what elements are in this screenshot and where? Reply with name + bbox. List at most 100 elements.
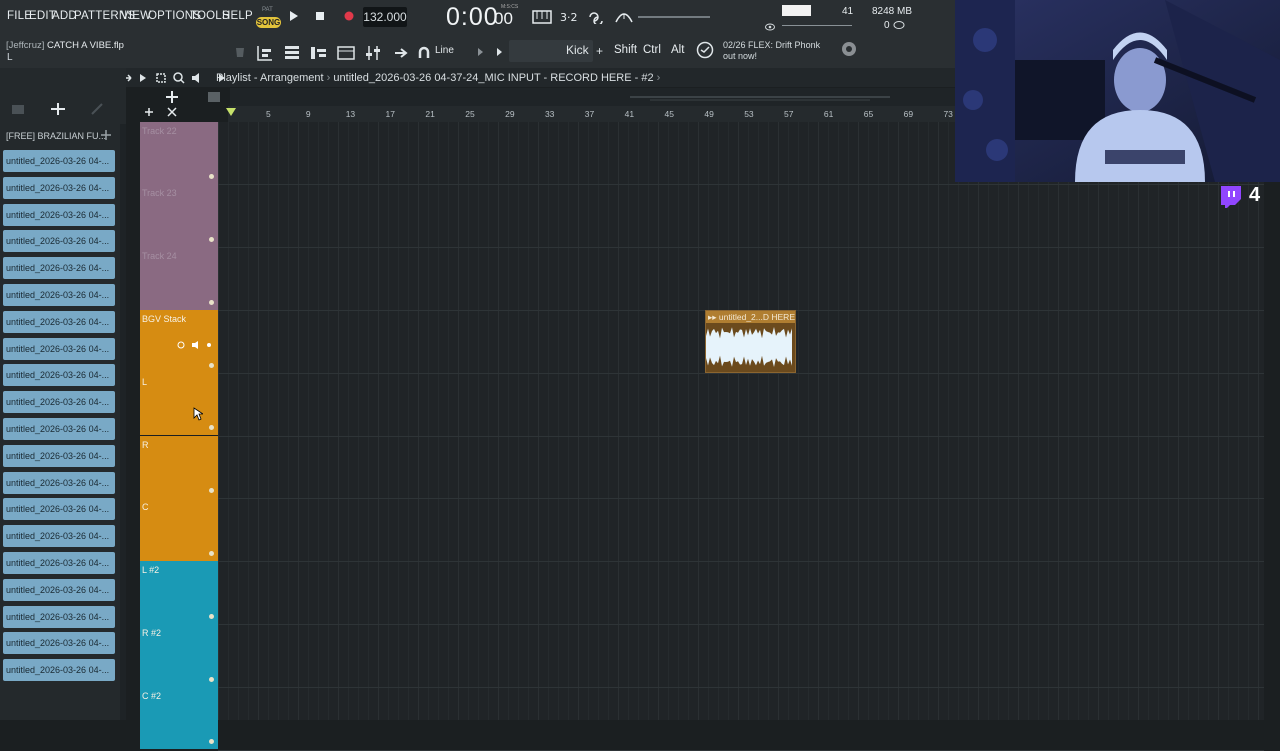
piano-roll-icon[interactable] xyxy=(310,44,328,65)
track-name[interactable]: BGV Stack xyxy=(142,314,186,324)
track-name[interactable]: L #2 xyxy=(142,565,159,575)
browser-file-item[interactable]: untitled_2026-03-26 04-... xyxy=(3,283,115,306)
add-pattern-icon[interactable]: + xyxy=(596,44,603,58)
track-name[interactable]: C #2 xyxy=(142,691,161,701)
news-icon[interactable] xyxy=(696,41,714,62)
song-position-marker[interactable] xyxy=(226,108,236,116)
browser-file-item[interactable]: untitled_2026-03-26 04-... xyxy=(3,632,115,655)
browser-file-item[interactable]: untitled_2026-03-26 04-... xyxy=(3,230,115,253)
browser-file-item[interactable]: untitled_2026-03-26 04-... xyxy=(3,578,115,601)
arrow-right-icon[interactable] xyxy=(393,44,409,65)
mixer-icon[interactable] xyxy=(365,44,381,65)
shift-key[interactable]: Shift xyxy=(614,44,637,56)
tempo-display[interactable]: 132.000 xyxy=(363,7,407,27)
track-name[interactable]: Track 24 xyxy=(142,251,177,261)
browser-file-item[interactable]: untitled_2026-03-26 04-... xyxy=(3,150,115,172)
browser-file-item[interactable]: untitled_2026-03-26 04-... xyxy=(3,498,115,521)
browser-file-item[interactable]: untitled_2026-03-26 04-... xyxy=(3,605,115,628)
menu-help[interactable]: HELP xyxy=(222,10,253,22)
browser-file-item[interactable]: untitled_2026-03-26 04-... xyxy=(3,659,115,682)
track-name[interactable]: Track 22 xyxy=(142,126,177,136)
play-pattern-icon[interactable] xyxy=(497,47,503,59)
browser-folder-header[interactable]: [FREE] BRAZILIAN FU... xyxy=(6,131,106,141)
browser-file-item[interactable]: untitled_2026-03-26 04-... xyxy=(3,525,115,548)
browser-file-item[interactable]: untitled_2026-03-26 04-... xyxy=(3,471,115,494)
browser-file-item[interactable]: untitled_2026-03-26 04-... xyxy=(3,551,115,574)
track-name[interactable]: C xyxy=(142,502,149,512)
audio-clip-title-text: untitled_2...D HERE - xyxy=(718,312,795,322)
browser-options-icon[interactable] xyxy=(99,128,113,145)
track-led-icon[interactable] xyxy=(209,739,214,745)
browser-file-item[interactable]: untitled_2026-03-26 04-... xyxy=(3,203,115,226)
record-button[interactable] xyxy=(341,10,357,26)
loop-record-icon[interactable] xyxy=(587,10,605,27)
track-led-icon[interactable] xyxy=(209,613,214,619)
metronome-curve-icon[interactable] xyxy=(615,10,633,27)
track-header[interactable]: R xyxy=(140,435,218,499)
browser-file-item[interactable]: untitled_2026-03-26 04-... xyxy=(3,444,115,467)
track-led-icon[interactable] xyxy=(209,488,214,494)
track-header[interactable]: C xyxy=(140,498,218,562)
track-header[interactable]: C #2 xyxy=(140,686,218,750)
audio-clip[interactable]: ▸▸ untitled_2...D HERE - xyxy=(705,310,796,373)
group-controls-icon[interactable] xyxy=(176,340,216,353)
step-edit-icon[interactable]: 3·2 xyxy=(560,10,578,27)
track-name[interactable]: R #2 xyxy=(142,628,161,638)
track-header[interactable]: R #2 xyxy=(140,623,218,687)
track-header[interactable]: Track 23 xyxy=(140,184,218,248)
playlist-pattern-name[interactable]: untitled_2026-03-26 04-37-24_MIC INPUT -… xyxy=(333,72,653,84)
song-mode-toggle[interactable]: SONG xyxy=(256,17,281,28)
track-name[interactable]: Track 23 xyxy=(142,188,177,198)
track-header[interactable]: Track 22 xyxy=(140,121,218,185)
audio-clip-title: ▸▸ untitled_2...D HERE - xyxy=(706,311,795,323)
menu-view[interactable]: VIEW xyxy=(121,10,151,22)
track-header[interactable]: L #2 xyxy=(140,561,218,624)
play-button[interactable] xyxy=(286,10,302,26)
lane-divider xyxy=(218,435,1264,437)
track-header[interactable]: L xyxy=(140,372,218,436)
browser-file-item[interactable]: untitled_2026-03-26 04-... xyxy=(3,310,115,333)
master-pitch-slider[interactable] xyxy=(638,16,710,18)
browser-file-item[interactable]: untitled_2026-03-26 04-... xyxy=(3,176,115,199)
browser-file-item[interactable]: untitled_2026-03-26 04-... xyxy=(3,337,115,360)
instrument-label: Kick xyxy=(566,43,589,57)
alt-key[interactable]: Alt xyxy=(671,44,684,56)
playlist-window-icon[interactable] xyxy=(256,44,274,65)
track-led-icon[interactable] xyxy=(209,551,214,557)
pattern-mode-label[interactable]: PAT xyxy=(262,7,273,13)
eye-icon[interactable] xyxy=(765,22,775,34)
browser-file-item[interactable]: untitled_2026-03-26 04-... xyxy=(3,364,115,387)
browser-file-item[interactable]: untitled_2026-03-26 04-... xyxy=(3,417,115,440)
track-led-icon[interactable] xyxy=(209,237,214,243)
track-name[interactable]: L xyxy=(142,377,147,387)
browser-toggle-icon[interactable] xyxy=(337,44,355,65)
track-header[interactable]: BGV Stack xyxy=(140,309,218,373)
snap-arrow-icon[interactable] xyxy=(478,47,484,59)
track-header[interactable]: Track 24 xyxy=(140,247,218,310)
track-led-icon[interactable] xyxy=(209,362,214,368)
bucket-icon[interactable] xyxy=(234,44,246,61)
ctrl-key[interactable]: Ctrl xyxy=(643,44,661,56)
fl-logo-icon[interactable] xyxy=(841,41,857,60)
playlist-name: Playlist - Arrangement xyxy=(216,72,324,84)
magnet-icon[interactable] xyxy=(418,44,430,65)
track-led-icon[interactable] xyxy=(209,425,214,431)
browser-file-item[interactable]: untitled_2026-03-26 04-... xyxy=(3,391,115,414)
timeline-ruler[interactable]: 5 9 13 17 21 25 29 33 37 41 45 49 53 57 61 65 69 73 xyxy=(228,106,955,122)
master-volume-slider[interactable] xyxy=(782,25,852,26)
track-led-icon[interactable] xyxy=(209,174,214,180)
snap-selector[interactable]: Line xyxy=(435,45,454,56)
stop-button[interactable] xyxy=(312,10,328,26)
news-panel[interactable]: 02/26 FLEX: Drift Phonk out now! xyxy=(723,40,820,62)
channel-rack-icon[interactable] xyxy=(284,44,300,65)
browser-file-item[interactable]: untitled_2026-03-26 04-... xyxy=(3,257,115,280)
scope-icon xyxy=(893,20,905,33)
typing-keyboard-icon[interactable] xyxy=(532,10,552,27)
playlist-overview[interactable] xyxy=(230,88,955,106)
ruler-bar-number: 49 xyxy=(704,109,714,119)
track-led-icon[interactable] xyxy=(209,676,214,682)
track-led-icon[interactable] xyxy=(209,299,214,305)
track-name[interactable]: R xyxy=(142,440,149,450)
browser-toolbar xyxy=(0,100,118,120)
time-display[interactable]: 0:00 xyxy=(446,3,499,32)
